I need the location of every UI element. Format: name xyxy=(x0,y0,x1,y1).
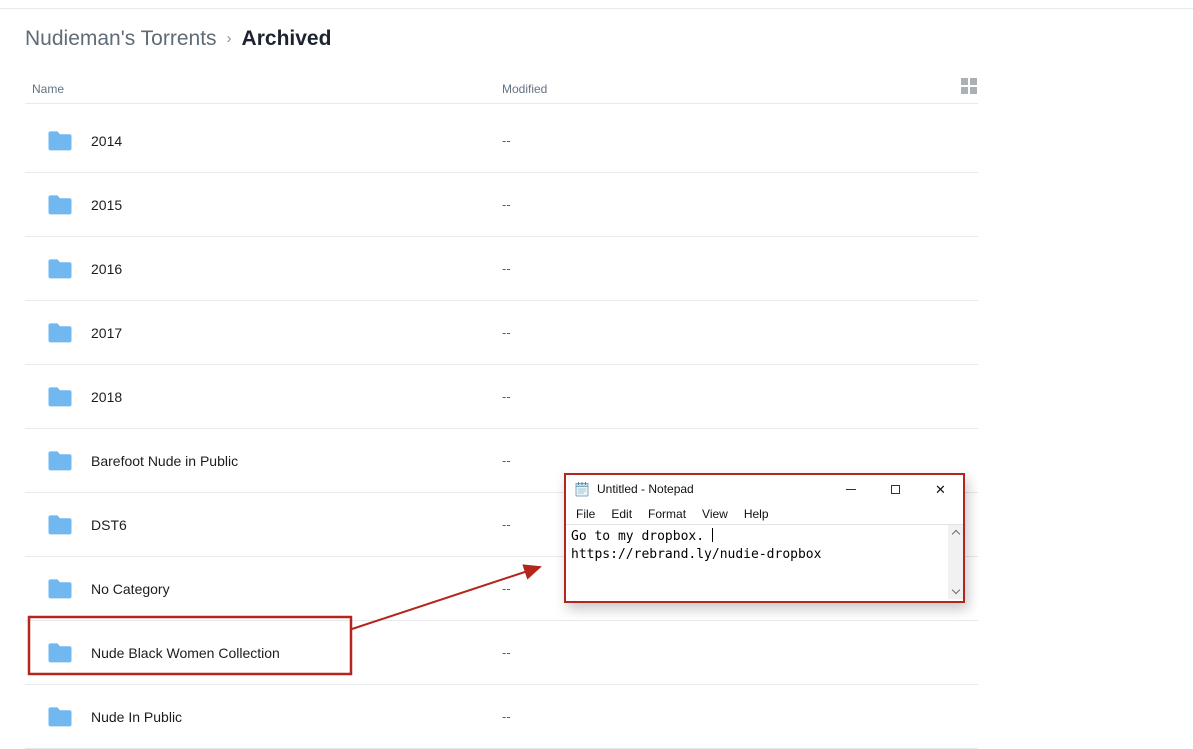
file-modified-value: -- xyxy=(502,325,511,340)
file-modified-value: -- xyxy=(502,581,511,596)
file-name[interactable]: 2015 xyxy=(91,197,122,213)
breadcrumb-separator-icon: › xyxy=(227,30,232,47)
notepad-menubar: FileEditFormatViewHelp xyxy=(566,503,963,524)
notepad-text-line[interactable]: https://rebrand.ly/nudie-dropbox xyxy=(571,546,943,564)
scroll-up-icon[interactable] xyxy=(951,530,959,538)
folder-icon xyxy=(47,642,73,663)
scroll-down-icon[interactable] xyxy=(951,586,959,594)
file-name[interactable]: Barefoot Nude in Public xyxy=(91,453,238,469)
folder-icon xyxy=(47,322,73,343)
notepad-text-line[interactable]: Go to my dropbox. xyxy=(571,528,943,546)
file-modified-value: -- xyxy=(502,133,511,148)
folder-icon xyxy=(47,578,73,599)
notepad-menu-format[interactable]: Format xyxy=(640,507,694,521)
notepad-edit-area[interactable]: Go to my dropbox. https://rebrand.ly/nud… xyxy=(566,524,963,599)
file-name[interactable]: DST6 xyxy=(91,517,127,533)
page-top-divider xyxy=(0,8,1193,9)
notepad-window-title: Untitled - Notepad xyxy=(597,482,694,496)
folder-icon xyxy=(47,386,73,407)
close-button[interactable]: ✕ xyxy=(918,475,963,503)
maximize-icon xyxy=(891,485,900,494)
screen: { "page": { "breadcrumb": { "parent": "N… xyxy=(0,0,1193,747)
file-row[interactable]: 2014 -- xyxy=(25,109,978,173)
file-name[interactable]: 2014 xyxy=(91,133,122,149)
file-row[interactable]: 2016 -- xyxy=(25,237,978,301)
notepad-titlebar[interactable]: Untitled - Notepad ✕ xyxy=(566,475,963,503)
file-modified-value: -- xyxy=(502,197,511,212)
folder-icon xyxy=(47,514,73,535)
grid-view-icon[interactable] xyxy=(961,78,977,93)
notepad-scrollbar[interactable] xyxy=(948,525,963,599)
close-icon: ✕ xyxy=(935,483,946,496)
text-caret xyxy=(712,528,713,542)
file-list: 2014 -- 2015 -- 2016 -- 2017 -- 2018 -- … xyxy=(25,104,978,749)
breadcrumb: Nudieman's Torrents › Archived xyxy=(25,27,331,51)
file-name[interactable]: 2016 xyxy=(91,261,122,277)
notepad-app-icon xyxy=(574,481,590,497)
folder-icon xyxy=(47,706,73,727)
file-name[interactable]: No Category xyxy=(91,581,170,597)
file-row[interactable]: 2015 -- xyxy=(25,173,978,237)
notepad-text[interactable]: Go to my dropbox. https://rebrand.ly/nud… xyxy=(566,525,963,564)
notepad-menu-help[interactable]: Help xyxy=(736,507,777,521)
file-modified-value: -- xyxy=(502,517,511,532)
minimize-button[interactable] xyxy=(828,475,873,503)
notepad-window-controls: ✕ xyxy=(828,475,963,503)
file-name[interactable]: 2018 xyxy=(91,389,122,405)
maximize-button[interactable] xyxy=(873,475,918,503)
file-modified-value: -- xyxy=(502,389,511,404)
breadcrumb-parent-link[interactable]: Nudieman's Torrents xyxy=(25,27,217,51)
notepad-menu-view[interactable]: View xyxy=(694,507,736,521)
file-modified-value: -- xyxy=(502,453,511,468)
file-row[interactable]: Nude In Public -- xyxy=(25,685,978,749)
notepad-window[interactable]: Untitled - Notepad ✕ FileEditFormatViewH… xyxy=(564,473,965,603)
file-list-header: Name Modified xyxy=(25,76,978,104)
folder-icon xyxy=(47,258,73,279)
column-header-modified[interactable]: Modified xyxy=(502,82,547,96)
file-modified-value: -- xyxy=(502,645,511,660)
file-modified-value: -- xyxy=(502,261,511,276)
minimize-icon xyxy=(846,489,856,490)
file-name[interactable]: Nude In Public xyxy=(91,709,182,725)
file-row[interactable]: 2018 -- xyxy=(25,365,978,429)
file-name[interactable]: 2017 xyxy=(91,325,122,341)
notepad-menu-file[interactable]: File xyxy=(568,507,603,521)
page-title: Archived xyxy=(242,27,332,51)
folder-icon xyxy=(47,194,73,215)
file-name[interactable]: Nude Black Women Collection xyxy=(91,645,280,661)
folder-icon xyxy=(47,450,73,471)
folder-icon xyxy=(47,130,73,151)
file-row[interactable]: 2017 -- xyxy=(25,301,978,365)
notepad-menu-edit[interactable]: Edit xyxy=(603,507,640,521)
column-header-name[interactable]: Name xyxy=(32,82,64,96)
file-row[interactable]: Nude Black Women Collection -- xyxy=(25,621,978,685)
file-modified-value: -- xyxy=(502,709,511,724)
